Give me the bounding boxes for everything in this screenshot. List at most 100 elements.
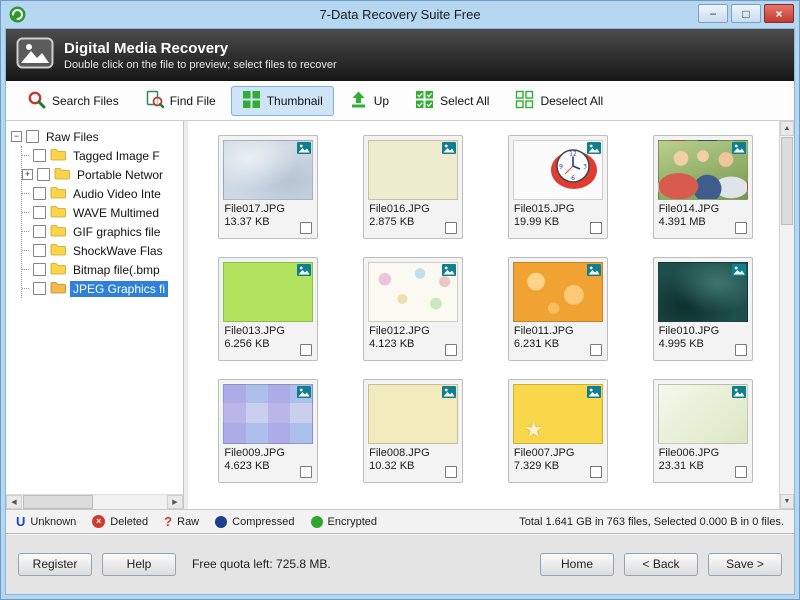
legend-deleted: × Deleted <box>92 515 148 528</box>
folder-icon <box>50 186 66 202</box>
file-card[interactable]: 12369 File015.JPG 19.99 KB <box>508 135 608 239</box>
tree-item-tagged-image[interactable]: Tagged Image F <box>22 146 183 165</box>
tree-item-portable-network[interactable]: + Portable Networ <box>22 165 183 184</box>
search-files-button[interactable]: Search Files <box>16 86 130 116</box>
scroll-down-icon[interactable]: ▼ <box>780 494 794 509</box>
file-checkbox[interactable] <box>300 344 312 356</box>
tree-item-gif[interactable]: GIF graphics file <box>22 222 183 241</box>
file-thumbnail[interactable] <box>658 140 748 200</box>
tree-connector <box>22 193 29 194</box>
register-button[interactable]: Register <box>18 553 92 576</box>
up-button[interactable]: Up <box>338 86 400 116</box>
svg-text:6: 6 <box>571 175 575 182</box>
select-all-button[interactable]: Select All <box>404 86 500 116</box>
maximize-button[interactable]: □ <box>731 4 761 23</box>
file-checkbox[interactable] <box>590 344 602 356</box>
svg-text:12: 12 <box>569 151 577 158</box>
file-card[interactable]: File016.JPG 2.875 KB <box>363 135 463 239</box>
tree-item-jpeg[interactable]: JPEG Graphics fi <box>22 279 183 298</box>
file-thumbnail[interactable] <box>513 262 603 322</box>
deselect-all-button[interactable]: Deselect All <box>504 86 614 116</box>
toolbar: Search Files Find File Thumbnail Up Sele… <box>6 81 794 121</box>
file-card[interactable]: File006.JPG 23.31 KB <box>653 379 753 483</box>
image-type-badge-icon <box>732 386 746 398</box>
file-thumbnail[interactable] <box>223 262 313 322</box>
close-button[interactable]: × <box>764 4 794 23</box>
tree-checkbox[interactable] <box>33 225 46 238</box>
help-button[interactable]: Help <box>102 553 176 576</box>
file-thumbnail[interactable] <box>368 262 458 322</box>
horizontal-scroll-thumb[interactable] <box>23 495 93 509</box>
file-thumbnail[interactable]: 12369 <box>513 140 603 200</box>
vertical-scroll-thumb[interactable] <box>781 137 793 225</box>
file-checkbox[interactable] <box>735 344 747 356</box>
vertical-scroll-track[interactable] <box>780 136 794 494</box>
tree-checkbox[interactable] <box>33 149 46 162</box>
file-checkbox[interactable] <box>735 222 747 234</box>
page-title: Digital Media Recovery <box>64 39 337 58</box>
file-card[interactable]: File010.JPG 4.995 KB <box>653 257 753 361</box>
file-card[interactable]: File012.JPG 4.123 KB <box>363 257 463 361</box>
tree-checkbox[interactable] <box>33 263 46 276</box>
file-checkbox[interactable] <box>445 222 457 234</box>
minimize-button[interactable]: − <box>698 4 728 23</box>
vertical-scrollbar[interactable]: ▲ ▼ <box>779 121 794 509</box>
file-checkbox[interactable] <box>300 222 312 234</box>
home-button[interactable]: Home <box>540 553 614 576</box>
file-thumbnail[interactable] <box>368 384 458 444</box>
file-card[interactable]: File011.JPG 6.231 KB <box>508 257 608 361</box>
file-checkbox[interactable] <box>445 466 457 478</box>
file-thumbnail[interactable] <box>223 384 313 444</box>
file-card[interactable]: File017.JPG 13.37 KB <box>218 135 318 239</box>
file-card[interactable]: File008.JPG 10.32 KB <box>363 379 463 483</box>
image-type-badge-icon <box>587 142 601 154</box>
tree-connector <box>22 250 29 251</box>
file-thumbnail[interactable] <box>658 384 748 444</box>
tree-connector <box>22 212 29 213</box>
scroll-up-icon[interactable]: ▲ <box>780 121 794 136</box>
collapse-icon[interactable]: − <box>11 131 22 142</box>
scroll-right-icon[interactable]: ▶ <box>167 495 183 509</box>
tree-checkbox[interactable] <box>33 282 46 295</box>
file-thumbnail[interactable]: ★ <box>513 384 603 444</box>
tree-checkbox[interactable] <box>33 206 46 219</box>
file-thumbnail[interactable] <box>223 140 313 200</box>
legend-raw: ? Raw <box>164 514 199 529</box>
file-card[interactable]: ★ File007.JPG 7.329 KB <box>508 379 608 483</box>
file-card[interactable]: File009.JPG 4.623 KB <box>218 379 318 483</box>
tree-connector <box>22 288 29 289</box>
expand-icon[interactable]: + <box>22 169 33 180</box>
tree-item-label: GIF graphics file <box>70 224 163 240</box>
file-card[interactable]: File013.JPG 6.256 KB <box>218 257 318 361</box>
file-checkbox[interactable] <box>590 466 602 478</box>
tree-item-shockwave[interactable]: ShockWave Flas <box>22 241 183 260</box>
file-card[interactable]: File014.JPG 4.391 MB <box>653 135 753 239</box>
folder-icon <box>50 205 66 221</box>
tree-item-raw-files[interactable]: − Raw Files <box>11 127 183 146</box>
horizontal-scrollbar[interactable]: ◀ ▶ <box>6 494 183 509</box>
back-button[interactable]: < Back <box>624 553 698 576</box>
file-checkbox[interactable] <box>300 466 312 478</box>
file-checkbox[interactable] <box>735 466 747 478</box>
search-files-icon <box>27 90 46 112</box>
tree-checkbox[interactable] <box>33 187 46 200</box>
selection-status-text: Total 1.641 GB in 763 files, Selected 0.… <box>519 516 784 528</box>
file-checkbox[interactable] <box>445 344 457 356</box>
tree-item-audio-video[interactable]: Audio Video Inte <box>22 184 183 203</box>
thumbnail-button[interactable]: Thumbnail <box>231 86 334 116</box>
tree-checkbox[interactable] <box>26 130 39 143</box>
tree-item-bitmap[interactable]: Bitmap file(.bmp <box>22 260 183 279</box>
file-checkbox[interactable] <box>590 222 602 234</box>
file-thumbnail[interactable] <box>368 140 458 200</box>
tree-item-label: JPEG Graphics fi <box>70 281 168 297</box>
file-name: File009.JPG <box>224 447 317 459</box>
title-bar[interactable]: 7-Data Recovery Suite Free − □ × <box>1 1 799 28</box>
scroll-left-icon[interactable]: ◀ <box>6 495 22 509</box>
tree-connector <box>22 231 29 232</box>
tree-checkbox[interactable] <box>33 244 46 257</box>
file-thumbnail[interactable] <box>658 262 748 322</box>
save-button[interactable]: Save > <box>708 553 782 576</box>
tree-item-wave[interactable]: WAVE Multimed <box>22 203 183 222</box>
find-file-button[interactable]: Find File <box>134 86 227 116</box>
tree-checkbox[interactable] <box>37 168 50 181</box>
